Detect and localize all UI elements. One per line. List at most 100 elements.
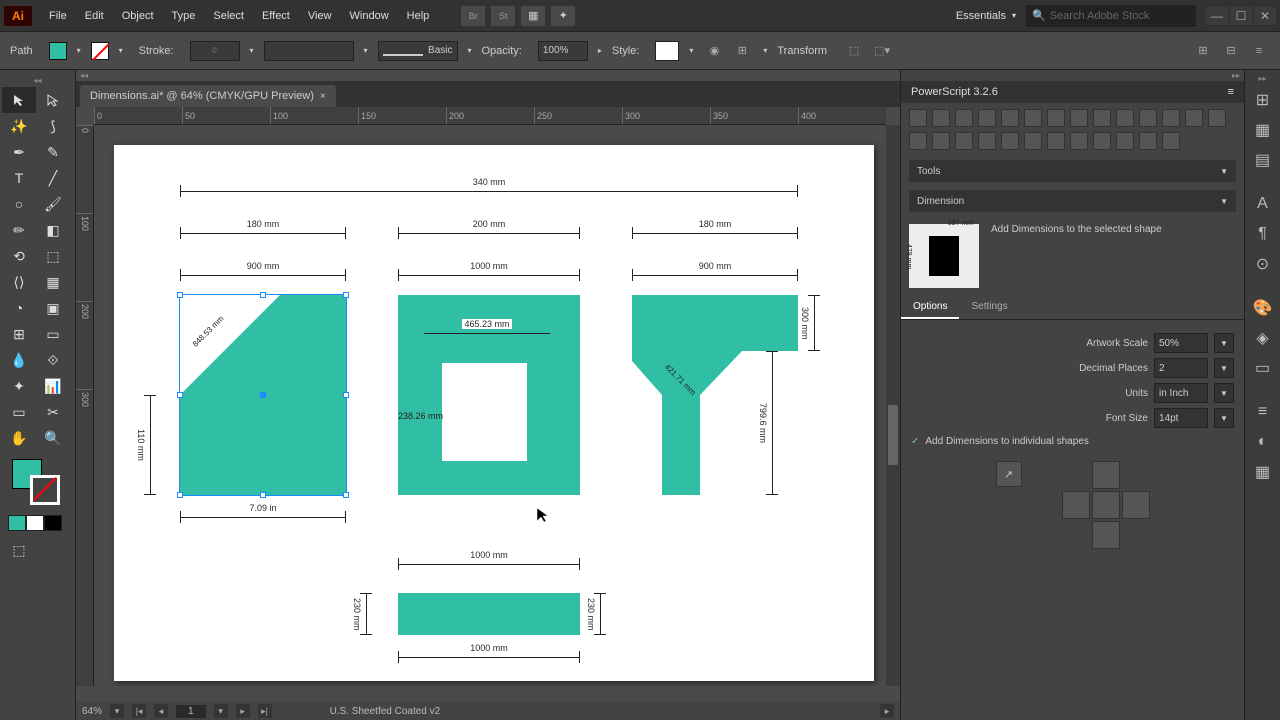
ellipse-tool[interactable]: ○ <box>2 191 36 217</box>
screen-mode-tool[interactable]: ⬚ <box>2 537 36 563</box>
stroke-panel-icon[interactable]: ≡ <box>1250 399 1276 425</box>
dim-left-button[interactable] <box>1062 491 1090 519</box>
panel-toggle-2-icon[interactable]: ⊟ <box>1220 40 1242 62</box>
menu-effect[interactable]: Effect <box>253 6 299 26</box>
eraser-tool[interactable]: ◧ <box>36 217 70 243</box>
pen-tool[interactable]: ✒ <box>2 139 36 165</box>
width-tool[interactable]: ⟨⟩ <box>2 269 36 295</box>
transform-label[interactable]: Transform <box>777 45 827 57</box>
dim-top-button[interactable] <box>1092 461 1120 489</box>
align-icon[interactable]: ⊞ <box>731 40 753 62</box>
properties-panel-icon[interactable]: ⊞ <box>1250 87 1276 113</box>
menu-edit[interactable]: Edit <box>76 6 113 26</box>
slice-tool[interactable]: ✂ <box>36 399 70 425</box>
fill-dropdown[interactable]: ▾ <box>73 42 85 60</box>
paragraph-panel-icon[interactable]: ¶ <box>1250 221 1276 247</box>
panel-tool-icon[interactable] <box>1001 132 1019 150</box>
artboard-number[interactable]: 1 <box>176 705 206 718</box>
menu-select[interactable]: Select <box>204 6 253 26</box>
select-similar-icon[interactable]: ⬚▾ <box>871 40 893 62</box>
minimize-button[interactable]: — <box>1206 7 1228 25</box>
panel-tool-icon[interactable] <box>1070 132 1088 150</box>
panel-tool-icon[interactable] <box>978 109 996 127</box>
stroke-weight-input[interactable]: ♢ <box>190 41 240 61</box>
stroke-weight-dropdown[interactable]: ▾ <box>246 42 258 60</box>
close-tab-icon[interactable]: × <box>320 91 326 102</box>
glyphs-panel-icon[interactable]: ⊙ <box>1250 251 1276 277</box>
selection-tool[interactable] <box>2 87 36 113</box>
panel-tool-icon[interactable] <box>932 109 950 127</box>
dimension-dropdown[interactable]: Dimension▼ <box>909 190 1236 212</box>
menu-type[interactable]: Type <box>163 6 205 26</box>
dim-center-button[interactable] <box>1092 491 1120 519</box>
workspace-switcher[interactable]: Essentials▾ <box>946 6 1026 26</box>
panel-tool-icon[interactable] <box>1185 109 1203 127</box>
canvas[interactable]: 340 mm 180 mm 200 mm 180 mm 900 mm 1000 … <box>94 125 886 686</box>
isolate-icon[interactable]: ⬚ <box>843 40 865 62</box>
transparency-panel-icon[interactable]: ▦ <box>1250 459 1276 485</box>
panel-tool-icon[interactable] <box>1162 132 1180 150</box>
arrange-icon[interactable]: ▦ <box>521 6 545 26</box>
tools-dropdown[interactable]: Tools▼ <box>909 160 1236 182</box>
eyedropper-tool[interactable]: 💧 <box>2 347 36 373</box>
panel-tool-icon[interactable] <box>978 132 996 150</box>
tab-options[interactable]: Options <box>901 296 959 319</box>
panel-tool-icon[interactable] <box>1093 132 1111 150</box>
units-select[interactable]: in Inch <box>1154 383 1208 403</box>
menu-file[interactable]: File <box>40 6 76 26</box>
symbol-sprayer-tool[interactable]: ✦ <box>2 373 36 399</box>
stroke-dropdown[interactable]: ▾ <box>115 42 127 60</box>
font-size-select[interactable]: 14pt <box>1154 408 1208 428</box>
panel-title-bar[interactable]: PowerScript 3.2.6≡ <box>901 81 1244 103</box>
variable-width-profile[interactable] <box>264 41 354 61</box>
panel-tool-icon[interactable] <box>1162 109 1180 127</box>
curvature-tool[interactable]: ✎ <box>36 139 70 165</box>
type-panel-icon[interactable]: A <box>1250 191 1276 217</box>
menu-object[interactable]: Object <box>113 6 163 26</box>
panel-tool-icon[interactable] <box>909 132 927 150</box>
recolor-icon[interactable]: ◉ <box>703 40 725 62</box>
layers-panel-icon[interactable]: ▤ <box>1250 147 1276 173</box>
gpu-icon[interactable]: ✦ <box>551 6 575 26</box>
opacity-input[interactable]: 100% <box>538 41 588 61</box>
panel-menu-icon[interactable]: ≡ <box>1248 40 1270 62</box>
artboards-panel-icon[interactable]: ▭ <box>1250 355 1276 381</box>
type-tool[interactable]: T <box>2 165 36 191</box>
document-tab[interactable]: Dimensions.ai* @ 64% (CMYK/GPU Preview) … <box>80 85 336 107</box>
scrollbar-vertical[interactable] <box>886 125 900 686</box>
graph-tool[interactable]: 📊 <box>36 373 70 399</box>
fill-stroke-control[interactable] <box>8 457 68 507</box>
prev-artboard-button[interactable]: ◂ <box>154 704 168 718</box>
gradient-panel-icon[interactable]: ◐ <box>1250 429 1276 455</box>
zoom-level[interactable]: 64% <box>82 706 102 717</box>
blend-tool[interactable]: ⟐ <box>36 347 70 373</box>
tab-settings[interactable]: Settings <box>959 296 1019 319</box>
last-artboard-button[interactable]: ▸| <box>258 704 272 718</box>
selection-bounding-box[interactable] <box>179 294 347 496</box>
dim-right-button[interactable] <box>1122 491 1150 519</box>
mesh-tool[interactable]: ⊞ <box>2 321 36 347</box>
panel-tool-icon[interactable] <box>1047 109 1065 127</box>
search-stock-input[interactable]: 🔍Search Adobe Stock <box>1026 5 1196 27</box>
graphic-style[interactable] <box>655 41 679 61</box>
panel-tool-icon[interactable] <box>1139 132 1157 150</box>
artboard-dropdown[interactable]: ▾ <box>214 704 228 718</box>
first-artboard-button[interactable]: |◂ <box>132 704 146 718</box>
stock-icon[interactable]: St <box>491 6 515 26</box>
magic-wand-tool[interactable]: ✨ <box>2 113 36 139</box>
shape-builder-tool[interactable]: ◔ <box>2 295 36 321</box>
panel-tool-icon[interactable] <box>1070 109 1088 127</box>
panel-toggle-1-icon[interactable]: ⊞ <box>1192 40 1214 62</box>
draw-mode-buttons[interactable] <box>8 515 67 531</box>
panel-tool-icon[interactable] <box>955 132 973 150</box>
stroke-swatch[interactable] <box>91 42 109 60</box>
scale-tool[interactable]: ⬚ <box>36 243 70 269</box>
pencil-tool[interactable]: ✏ <box>2 217 36 243</box>
panel-tool-icon[interactable] <box>932 132 950 150</box>
panel-tool-icon[interactable] <box>1001 109 1019 127</box>
rotate-tool[interactable]: ⟲ <box>2 243 36 269</box>
panel-tool-icon[interactable] <box>1093 109 1111 127</box>
maximize-button[interactable]: ☐ <box>1230 7 1252 25</box>
fill-swatch[interactable] <box>49 42 67 60</box>
color-panel-icon[interactable]: 🎨 <box>1250 295 1276 321</box>
